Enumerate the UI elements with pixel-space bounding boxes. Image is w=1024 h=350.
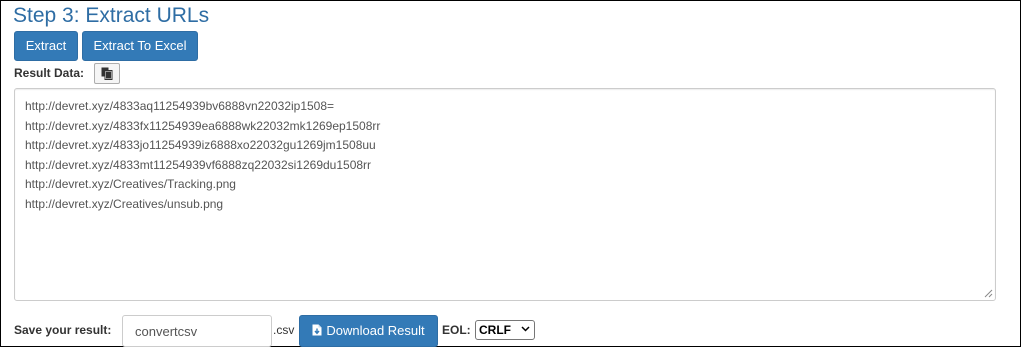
result-line: http://devret.xyz/Creatives/Tracking.png bbox=[25, 177, 236, 191]
result-line: http://devret.xyz/4833jo11254939iz6888xo… bbox=[25, 138, 376, 152]
save-result-label: Save your result: bbox=[14, 323, 112, 337]
file-extension-label: .csv bbox=[273, 323, 295, 337]
chevron-down-icon bbox=[521, 326, 530, 332]
result-line: http://devret.xyz/4833fx11254939ea6888wk… bbox=[25, 118, 381, 133]
eol-selected-value: CRLF bbox=[479, 323, 511, 337]
extract-urls-panel: Step 3: Extract URLs Extract Extract To … bbox=[0, 0, 1021, 347]
extract-to-excel-button[interactable]: Extract To Excel bbox=[82, 31, 198, 61]
copy-button[interactable] bbox=[94, 63, 120, 84]
eol-label: EOL: bbox=[442, 323, 471, 337]
filename-input[interactable] bbox=[122, 315, 272, 347]
eol-select[interactable]: CRLF bbox=[475, 320, 535, 340]
download-result-button[interactable]: Download Result bbox=[299, 315, 438, 347]
extract-button[interactable]: Extract bbox=[14, 31, 78, 61]
result-line: http://devret.xyz/4833mt11254939vf6888zq… bbox=[25, 157, 372, 172]
result-line: http://devret.xyz/4833aq11254939bv6888vn… bbox=[25, 99, 335, 113]
result-data-label: Result Data: bbox=[14, 66, 85, 80]
page-title: Step 3: Extract URLs bbox=[13, 4, 210, 27]
download-file-icon bbox=[312, 324, 322, 336]
resize-grip-icon[interactable] bbox=[984, 289, 993, 298]
download-result-label: Download Result bbox=[326, 323, 425, 338]
result-line: http://devret.xyz/Creatives/unsub.png bbox=[25, 196, 224, 211]
copy-icon bbox=[101, 67, 113, 80]
result-textarea[interactable]: http://devret.xyz/4833aq11254939bv6888vn… bbox=[14, 88, 996, 301]
